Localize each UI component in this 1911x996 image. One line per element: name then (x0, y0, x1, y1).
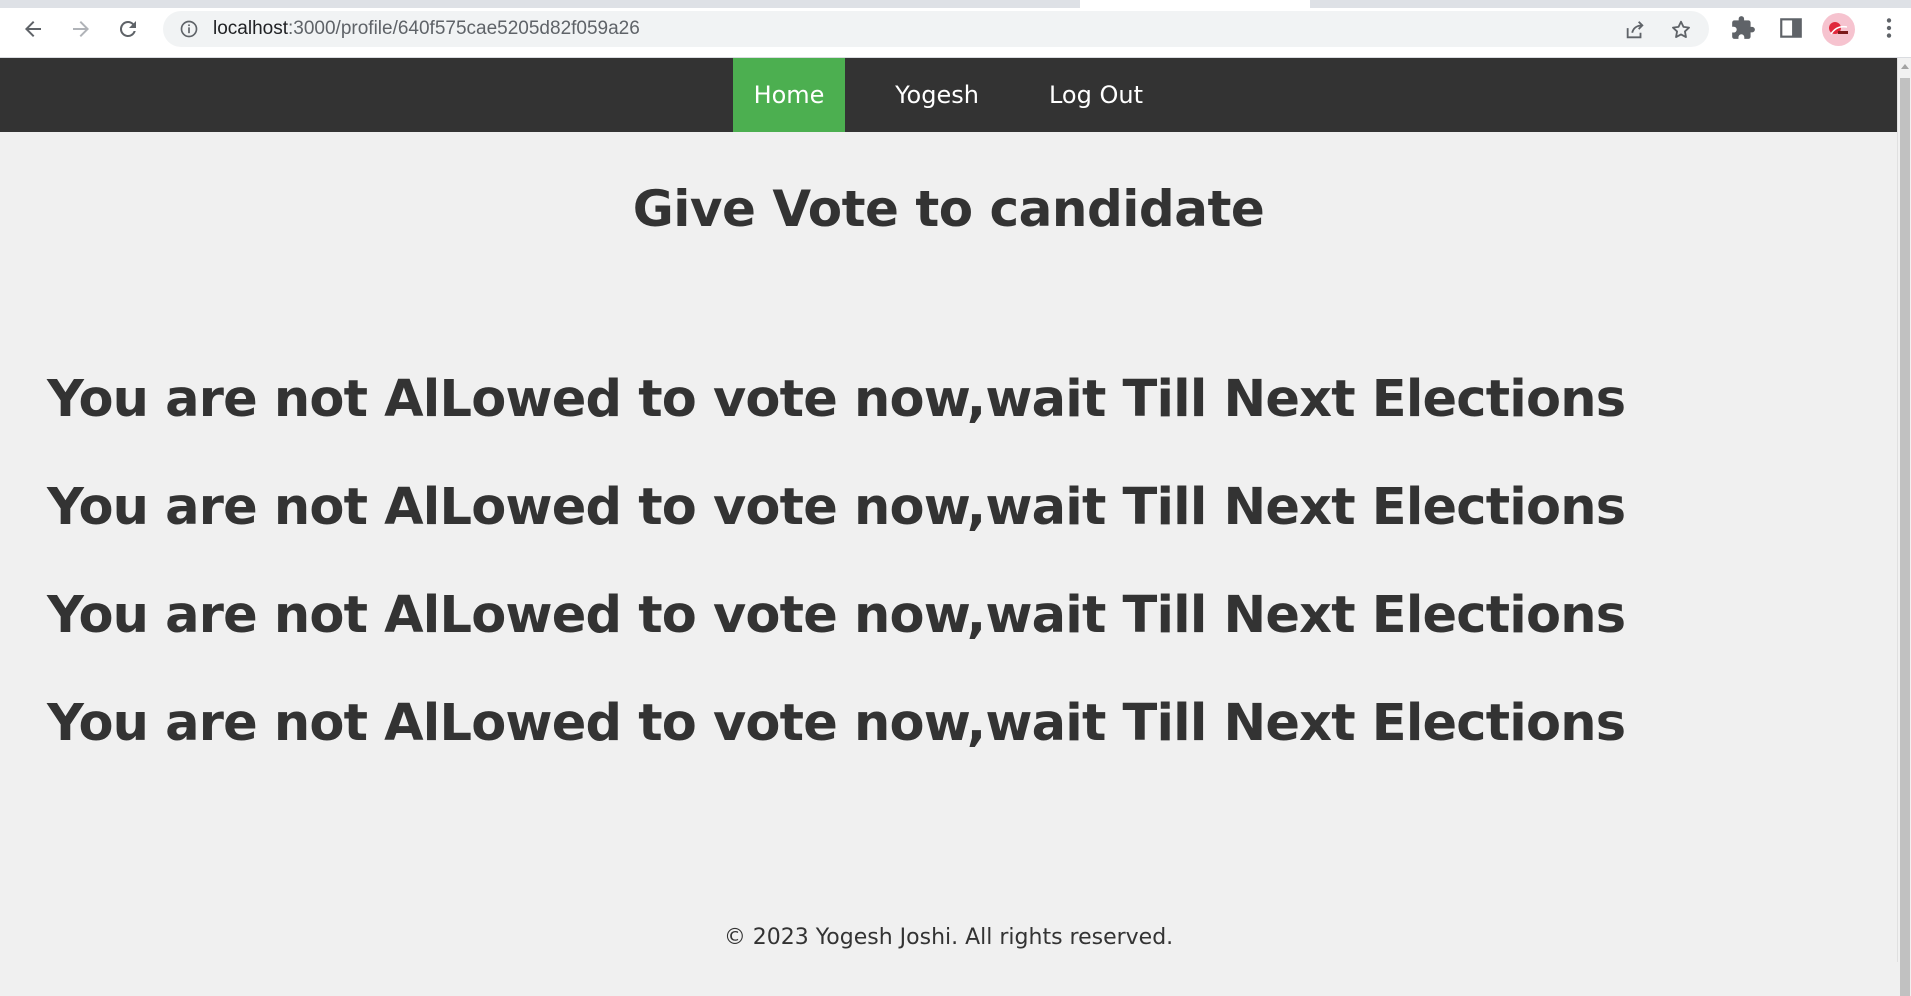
kebab-menu-icon[interactable] (1876, 15, 1902, 41)
url-path: :3000/profile/640f575cae5205d82f059a26 (288, 18, 640, 39)
info-icon[interactable] (179, 19, 199, 39)
nav-user-yogesh[interactable]: Yogesh (872, 58, 1002, 132)
reload-button[interactable] (113, 14, 143, 44)
star-icon[interactable] (1670, 19, 1692, 41)
url-text[interactable]: localhost:3000/profile/640f575cae5205d82… (213, 19, 640, 39)
arrow-left-icon (25, 21, 41, 37)
url-host: localhost (213, 18, 288, 39)
vote-not-allowed-message: You are not AlLowed to vote now,wait Til… (47, 370, 1626, 429)
page-scrollbar[interactable] (1897, 58, 1911, 996)
vote-not-allowed-message: You are not AlLowed to vote now,wait Til… (47, 478, 1626, 537)
vote-not-allowed-message: You are not AlLowed to vote now,wait Til… (47, 586, 1626, 645)
active-tab-edge[interactable] (1080, 0, 1310, 8)
browser-toolbar: localhost:3000/profile/640f575cae5205d82… (0, 0, 1911, 58)
share-icon[interactable] (1624, 19, 1646, 41)
reload-icon (119, 20, 136, 37)
scrollbar-thumb[interactable] (1900, 78, 1910, 996)
puzzle-icon[interactable] (1730, 15, 1756, 41)
footer-copyright: © 2023 Yogesh Joshi. All rights reserved… (723, 925, 1174, 950)
notice-list: You are not AlLowed to vote now,wait Til… (47, 360, 1647, 792)
nav-home[interactable]: Home (733, 58, 845, 132)
nav-log-out[interactable]: Log Out (1038, 58, 1154, 132)
side-panel-icon[interactable] (1778, 15, 1804, 41)
page-title: Give Vote to candidate (632, 180, 1265, 238)
profile-logo-icon (1829, 22, 1848, 35)
site-navbar: Home Yogesh Log Out (0, 58, 1897, 132)
vote-not-allowed-message: You are not AlLowed to vote now,wait Til… (47, 694, 1626, 753)
tab-strip (0, 0, 1911, 8)
avatar[interactable] (1822, 13, 1855, 46)
back-button[interactable] (18, 14, 48, 44)
scroll-up-arrow-icon[interactable] (1901, 64, 1909, 69)
address-bar[interactable]: localhost:3000/profile/640f575cae5205d82… (163, 11, 1709, 47)
arrow-right-icon (73, 21, 89, 37)
forward-button[interactable] (66, 14, 96, 44)
